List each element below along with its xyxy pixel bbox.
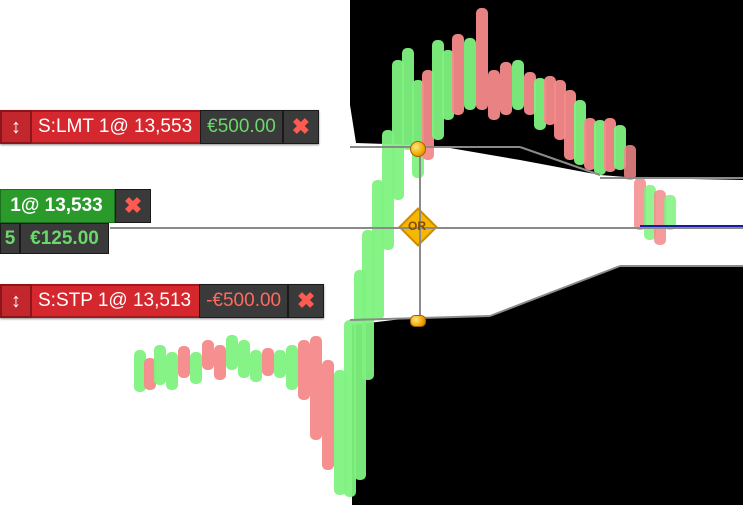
- candle: [298, 340, 310, 400]
- close-icon[interactable]: ✖: [288, 284, 325, 318]
- stop-order-pnl: -€500.00: [199, 284, 289, 318]
- candle: [664, 195, 676, 230]
- candle: [310, 336, 322, 440]
- candle: [500, 62, 512, 115]
- candle: [166, 352, 178, 390]
- candle: [226, 335, 238, 370]
- drag-arrows-icon[interactable]: ↕: [0, 110, 32, 144]
- candle: [488, 70, 500, 120]
- candle: [262, 348, 274, 376]
- drag-arrows-icon[interactable]: ↕: [0, 284, 32, 318]
- candle: [154, 345, 166, 385]
- candle: [624, 145, 636, 180]
- candle: [512, 60, 524, 110]
- candle: [464, 38, 476, 110]
- position-pnl: €125.00: [20, 223, 109, 254]
- candle: [238, 340, 250, 378]
- candle: [322, 360, 334, 470]
- candle: [190, 352, 202, 384]
- or-badge-label: OR: [408, 219, 426, 233]
- candle: [452, 34, 464, 115]
- position-tag[interactable]: 1@ 13,533 ✖ 5 €125.00: [0, 189, 151, 254]
- limit-order-tag[interactable]: ↕ S:LMT 1@ 13,553 €500.00 ✖: [0, 110, 319, 144]
- candle: [178, 346, 190, 378]
- stop-order-label[interactable]: S:STP 1@ 13,513: [32, 284, 200, 318]
- close-icon[interactable]: ✖: [115, 189, 151, 223]
- candle: [202, 340, 214, 370]
- candle: [274, 350, 286, 378]
- candle: [476, 8, 488, 110]
- position-quantity: 5: [0, 223, 20, 254]
- stop-drag-handle[interactable]: [410, 315, 426, 327]
- oco-or-badge[interactable]: OR: [400, 212, 434, 240]
- candle: [214, 345, 226, 380]
- close-icon[interactable]: ✖: [282, 110, 319, 144]
- candle: [286, 345, 298, 390]
- position-label[interactable]: 1@ 13,533: [0, 189, 115, 223]
- limit-drag-handle[interactable]: [410, 141, 426, 157]
- stop-order-tag[interactable]: ↕ S:STP 1@ 13,513 -€500.00 ✖: [0, 284, 325, 318]
- limit-order-label[interactable]: S:LMT 1@ 13,553: [32, 110, 201, 144]
- candle: [250, 350, 262, 382]
- limit-order-pnl: €500.00: [200, 110, 283, 144]
